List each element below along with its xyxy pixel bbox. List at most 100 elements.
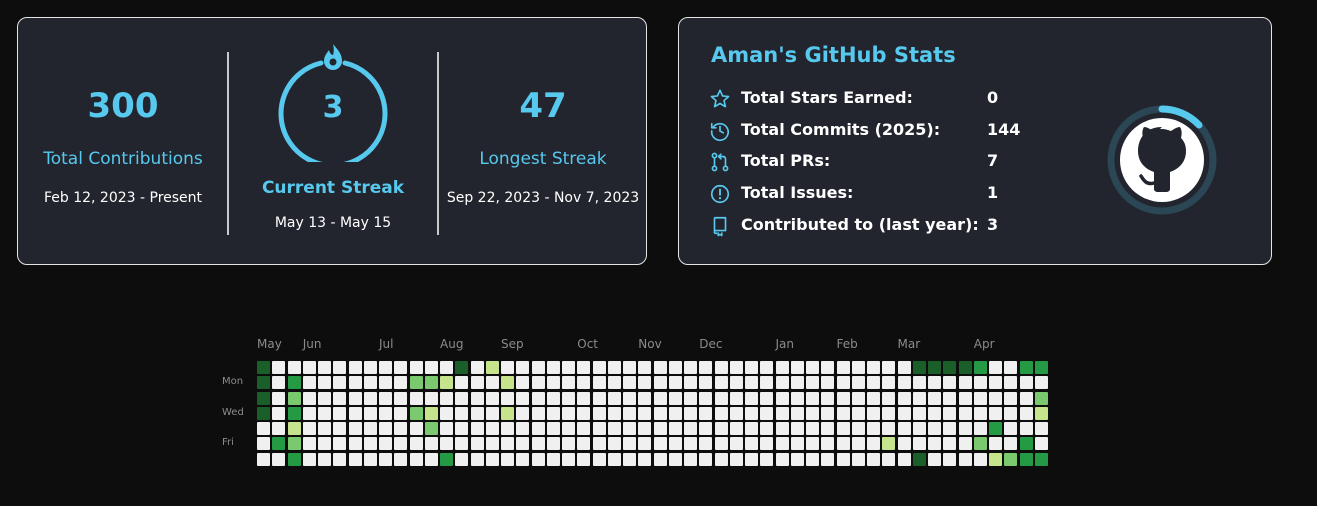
contribution-cell[interactable] xyxy=(546,437,560,451)
contribution-cell[interactable] xyxy=(897,391,911,405)
contribution-cell[interactable] xyxy=(1019,376,1033,390)
contribution-cell[interactable] xyxy=(379,422,392,435)
contribution-cell[interactable] xyxy=(333,406,347,420)
contribution-cell[interactable] xyxy=(592,452,606,466)
contribution-cell[interactable] xyxy=(775,437,789,451)
contribution-cell[interactable] xyxy=(668,437,682,451)
contribution-cell[interactable] xyxy=(745,452,758,466)
contribution-cell[interactable] xyxy=(958,452,972,466)
contribution-cell[interactable] xyxy=(867,376,880,390)
contribution-cell[interactable] xyxy=(470,391,484,405)
contribution-cell[interactable] xyxy=(516,406,530,420)
contribution-cell[interactable] xyxy=(348,376,362,390)
contribution-cell[interactable] xyxy=(989,376,1002,390)
contribution-cell[interactable] xyxy=(501,406,514,420)
contribution-cell[interactable] xyxy=(699,391,713,405)
contribution-cell[interactable] xyxy=(333,422,347,435)
contribution-cell[interactable] xyxy=(485,406,499,420)
contribution-cell[interactable] xyxy=(790,361,804,374)
contribution-cell[interactable] xyxy=(470,361,484,374)
contribution-cell[interactable] xyxy=(867,452,880,466)
contribution-cell[interactable] xyxy=(897,437,911,451)
contribution-cell[interactable] xyxy=(607,361,621,374)
contribution-cell[interactable] xyxy=(455,452,469,466)
contribution-cell[interactable] xyxy=(745,376,758,390)
contribution-cell[interactable] xyxy=(684,361,697,374)
contribution-cell[interactable] xyxy=(592,391,606,405)
contribution-cell[interactable] xyxy=(531,406,545,420)
contribution-cell[interactable] xyxy=(455,422,469,435)
contribution-cell[interactable] xyxy=(973,406,987,420)
contribution-cell[interactable] xyxy=(989,406,1002,420)
contribution-cell[interactable] xyxy=(653,406,667,420)
contribution-cell[interactable] xyxy=(623,422,636,435)
contribution-cell[interactable] xyxy=(729,376,743,390)
contribution-cell[interactable] xyxy=(775,406,789,420)
contribution-cell[interactable] xyxy=(958,361,972,374)
contribution-cell[interactable] xyxy=(699,452,713,466)
contribution-cell[interactable] xyxy=(287,376,301,390)
contribution-cell[interactable] xyxy=(348,361,362,374)
contribution-cell[interactable] xyxy=(790,437,804,451)
contribution-cell[interactable] xyxy=(455,391,469,405)
contribution-cell[interactable] xyxy=(1034,376,1048,390)
contribution-cell[interactable] xyxy=(836,406,850,420)
contribution-cell[interactable] xyxy=(363,391,377,405)
contribution-cell[interactable] xyxy=(775,422,789,435)
contribution-cell[interactable] xyxy=(882,361,896,374)
contribution-cell[interactable] xyxy=(653,437,667,451)
contribution-cell[interactable] xyxy=(928,391,941,405)
contribution-cell[interactable] xyxy=(882,376,896,390)
contribution-cell[interactable] xyxy=(455,361,469,374)
contribution-cell[interactable] xyxy=(363,376,377,390)
contribution-cell[interactable] xyxy=(851,361,865,374)
contribution-cell[interactable] xyxy=(363,422,377,435)
contribution-cell[interactable] xyxy=(623,361,636,374)
contribution-cell[interactable] xyxy=(958,406,972,420)
contribution-cell[interactable] xyxy=(943,406,957,420)
contribution-cell[interactable] xyxy=(272,406,286,420)
contribution-cell[interactable] xyxy=(836,391,850,405)
contribution-cell[interactable] xyxy=(363,437,377,451)
contribution-cell[interactable] xyxy=(912,422,926,435)
contribution-cell[interactable] xyxy=(1019,391,1033,405)
contribution-cell[interactable] xyxy=(1019,361,1033,374)
contribution-cell[interactable] xyxy=(653,361,667,374)
contribution-cell[interactable] xyxy=(714,437,728,451)
contribution-cell[interactable] xyxy=(424,406,438,420)
contribution-cell[interactable] xyxy=(943,391,957,405)
contribution-cell[interactable] xyxy=(882,422,896,435)
contribution-cell[interactable] xyxy=(821,391,835,405)
contribution-cell[interactable] xyxy=(897,376,911,390)
contribution-cell[interactable] xyxy=(516,361,530,374)
contribution-cell[interactable] xyxy=(409,452,423,466)
contribution-cell[interactable] xyxy=(531,376,545,390)
contribution-cell[interactable] xyxy=(745,361,758,374)
contribution-cell[interactable] xyxy=(470,406,484,420)
contribution-cell[interactable] xyxy=(318,376,331,390)
contribution-cell[interactable] xyxy=(958,422,972,435)
contribution-cell[interactable] xyxy=(729,452,743,466)
contribution-cell[interactable] xyxy=(287,391,301,405)
contribution-cell[interactable] xyxy=(928,361,941,374)
contribution-cell[interactable] xyxy=(257,361,270,374)
contribution-cell[interactable] xyxy=(501,361,514,374)
contribution-cell[interactable] xyxy=(607,422,621,435)
contribution-cell[interactable] xyxy=(760,391,774,405)
contribution-cell[interactable] xyxy=(257,376,270,390)
contribution-cell[interactable] xyxy=(775,376,789,390)
contribution-cell[interactable] xyxy=(333,361,347,374)
contribution-cell[interactable] xyxy=(424,452,438,466)
contribution-cell[interactable] xyxy=(973,361,987,374)
contribution-cell[interactable] xyxy=(851,391,865,405)
contribution-cell[interactable] xyxy=(1004,452,1018,466)
contribution-cell[interactable] xyxy=(348,391,362,405)
contribution-cell[interactable] xyxy=(1004,376,1018,390)
contribution-cell[interactable] xyxy=(607,391,621,405)
contribution-cell[interactable] xyxy=(638,422,652,435)
contribution-cell[interactable] xyxy=(867,361,880,374)
contribution-cell[interactable] xyxy=(1004,391,1018,405)
contribution-cell[interactable] xyxy=(409,437,423,451)
contribution-cell[interactable] xyxy=(668,452,682,466)
contribution-cell[interactable] xyxy=(699,437,713,451)
